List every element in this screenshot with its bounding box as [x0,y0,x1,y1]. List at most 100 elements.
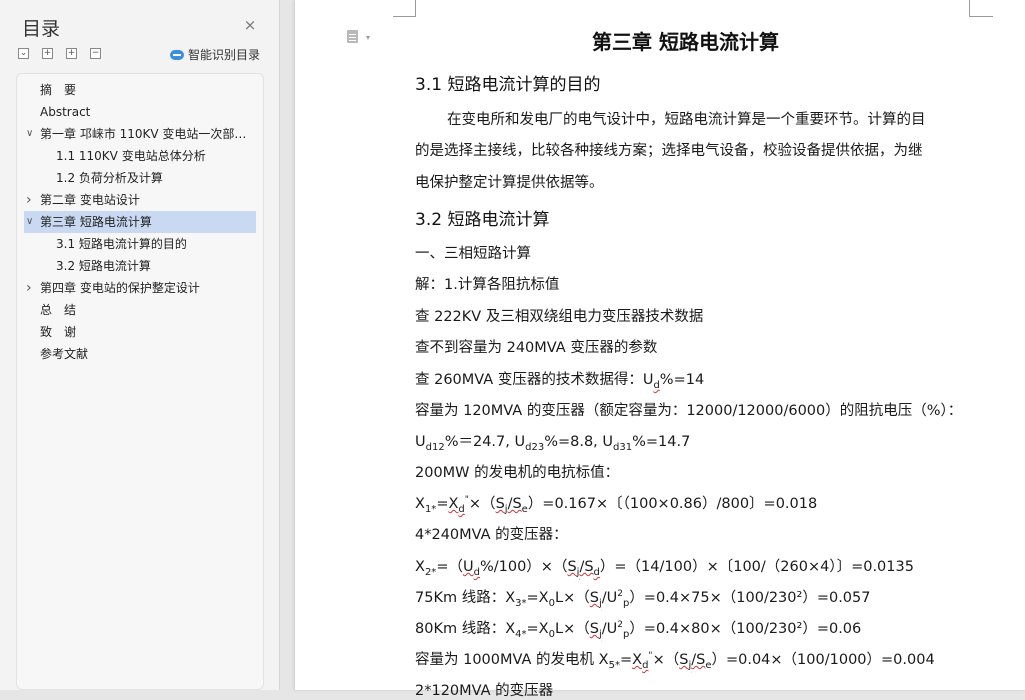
text-run: %/100）×（ [479,559,568,575]
text-run: U [462,559,474,575]
text-run: %=8.8, U [544,434,614,450]
expand-all-button[interactable]: + [42,48,53,59]
text-run: ）=0.167×〔（100×0.86）/800〕=0.018 [527,496,818,512]
text-run: ×（ [652,652,680,668]
text-run: S [567,559,577,575]
toc-item-label: 第三章 短路电流计算 [40,215,152,229]
text-run: X [448,496,459,512]
toc-item[interactable]: 摘 要 [24,79,256,101]
text-line: 查 260MVA 变压器的技术数据得：Ud%=14 [415,368,704,391]
chevron-right-icon[interactable]: › [26,189,36,211]
toc-item-label: Abstract [40,105,91,119]
smart-toc-button[interactable]: 智能识别目录 [170,46,260,62]
toc-item-label: 3.1 短路电流计算的目的 [56,237,187,251]
text-run: 容量为 1000MVA 的发电机 X [415,652,609,668]
paragraph-line: 在变电所和发电厂的电气设计中，短路电流计算是一个重要环节。计算的目 [447,112,926,128]
crop-mark [969,0,970,17]
text-run: = [436,496,449,512]
text-run: S [589,621,599,637]
text-run: /U [601,590,618,606]
text-run: ×（ [468,496,496,512]
text-run: %=14.7 [632,434,691,450]
toc-item[interactable]: Abstract [24,101,256,123]
text-run: =X [526,621,549,637]
toc-item-label: 参考文献 [40,347,89,361]
toc-pane: 目录 × ⌄ + + − 智能识别目录 摘 要 Abstract ∨ 第一章 邛崃市 … [0,0,280,690]
text-line: 解：1.计算各阻抗标值 [415,277,560,293]
text-line: 容量为 120MVA 的变压器（额定容量为：12000/12000/6000）的… [415,403,963,419]
crop-mark [969,16,993,17]
text-run: S [589,590,599,606]
text-line: 查 222KV 及三相双绕组电力变压器技术数据 [415,309,704,325]
text-run: U [415,434,426,450]
toc-item[interactable]: 总 结 [24,299,256,321]
toc-item[interactable]: ∨ 第一章 邛崃市 110KV 变电站一次部… [24,123,256,145]
toc-item[interactable]: › 第二章 变电站设计 [24,189,256,211]
text-run: /U [601,621,618,637]
crop-mark [415,0,416,17]
crop-mark [393,16,415,17]
formula-line: 80Km 线路：X4*=X0L×（Sj/U2p）=0.4×80×（100/230… [415,617,861,640]
toc-item[interactable]: 3.1 短路电流计算的目的 [24,233,256,255]
text-run: 80Km 线路：X [415,621,516,637]
toc-item-label: 摘 要 [40,83,77,97]
text-run: X [415,559,425,575]
subscript: 1* [424,503,437,515]
text-run: S [495,496,505,512]
text-run: X [415,496,425,512]
collapse-all-button[interactable]: ⌄ [18,48,29,59]
smart-toc-label: 智能识别目录 [188,48,261,62]
text-run: %=14 [659,372,705,388]
subscript: 5* [608,659,620,671]
paragraph-line: 电保护整定计算提供依据等。 [415,175,604,191]
subscript: d [642,659,649,671]
formula-line: 75Km 线路：X3*=X0L×（Sj/U2p）=0.4×75×（100/230… [415,586,870,609]
text-run: /S [507,496,522,512]
text-run: 75Km 线路：X [415,590,516,606]
text-run: ）=0.04×（100/1000）=0.004 [711,652,935,668]
chevron-down-icon[interactable]: ∨ [26,123,36,145]
toc-item[interactable]: › 第四章 变电站的保护整定设计 [24,277,256,299]
subscript: 3* [515,597,527,609]
remove-heading-button[interactable]: − [90,48,101,59]
chevron-down-icon[interactable]: ▾ [366,33,370,42]
toc-item-label: 第二章 变电站设计 [40,193,140,207]
text-run: = [619,652,633,668]
toc-item-label: 第四章 变电站的保护整定设计 [40,281,200,295]
text-line: 查不到容量为 240MVA 变压器的参数 [415,340,658,356]
toc-item-label: 致 谢 [40,325,77,339]
toc-item-label: 1.2 负荷分析及计算 [56,171,163,185]
text-line: 200MW 的发电机的电抗标值： [415,465,620,481]
close-icon[interactable]: × [243,18,257,33]
toc-item[interactable]: 致 谢 [24,321,256,343]
section-heading-3-1: 3.1 短路电流计算的目的 [415,75,601,95]
formula-line: Ud12%＝24.7, Ud23%=8.8, Ud31%=14.7 [415,430,690,453]
toc-item[interactable]: ∨ 第三章 短路电流计算 [24,211,256,233]
text-run: =X [526,590,549,606]
text-run: ）=0.4×80×（100/230²）=0.06 [629,621,862,637]
add-heading-button[interactable]: + [66,48,77,59]
toc-item-label: 1.1 110KV 变电站总体分析 [56,149,206,163]
subscript: d23 [525,441,545,453]
toc-item[interactable]: 1.1 110KV 变电站总体分析 [24,145,256,167]
toc-item[interactable]: 参考文献 [24,343,256,365]
toc-item[interactable]: 3.2 短路电流计算 [24,255,256,277]
subscript: d [458,503,465,515]
toc-item[interactable]: 1.2 负荷分析及计算 [24,167,256,189]
text-run: L×（ [554,590,590,606]
toc-item-label: 第一章 邛崃市 110KV 变电站一次部… [40,127,247,141]
chapter-title: 第三章 短路电流计算 [592,30,779,54]
document-icon[interactable] [347,30,358,43]
text-run: ）=（14/100）×〔100/（260×4）〕=0.0135 [599,559,914,575]
subscript: d12 [425,441,445,453]
formula-line: X1*=Xd"×（Sj/Se）=0.167×〔（100×0.86）/800〕=0… [415,492,817,515]
subscript: 2* [424,566,437,578]
section-heading-3-2: 3.2 短路电流计算 [415,210,550,230]
chevron-down-icon[interactable]: ∨ [26,211,36,233]
cloud-icon [170,50,184,60]
toc-item-label: 3.2 短路电流计算 [56,259,151,273]
text-run: L×（ [554,621,590,637]
toc-item-label: 总 结 [40,303,77,317]
chevron-right-icon[interactable]: › [26,277,36,299]
text-run: %＝24.7, U [444,434,526,450]
